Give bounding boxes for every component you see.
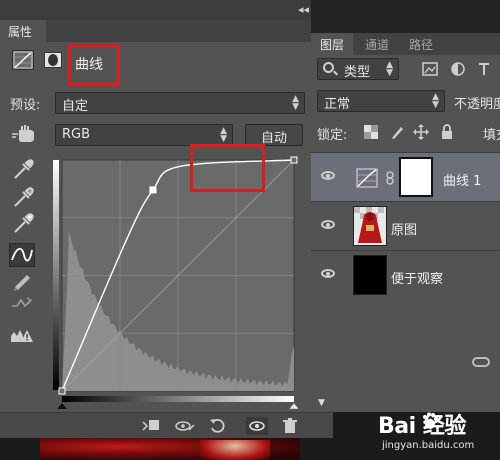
output-gradient-bar [53,160,59,390]
tab-properties[interactable]: 属性 [0,20,46,42]
input-gradient-bar [62,396,294,402]
layers-panel-header [311,0,500,33]
curve-control-point[interactable] [58,387,66,395]
view-previous-state-icon[interactable] [174,418,195,434]
visibility-eye-icon[interactable] [321,171,335,180]
tab-channels[interactable]: 通道 [357,33,397,55]
watermark-url: jingyan.baidu.com [382,440,475,451]
layer-name: 原图 [391,223,418,238]
properties-tab-row: 属性 [0,20,333,42]
visibility-eye-icon[interactable] [321,269,335,278]
channel-select[interactable]: RGB ▲ ▼ [55,124,233,146]
curves-adjustment-icon [355,167,379,189]
filter-type-icon[interactable] [475,60,493,78]
eyedropper-black-icon[interactable] [9,158,35,182]
black-point-slider [57,403,67,409]
annotation-box-curve-point [190,144,265,192]
chevron-updown-icon: ▲ ▼ [220,126,227,144]
blend-mode-value: 正常 [324,97,351,112]
preset-select[interactable]: 自定 ▲ ▼ [55,92,305,114]
lock-transparency-icon[interactable] [363,124,379,140]
preset-value: 自定 [62,99,89,114]
collapse-panel-button[interactable]: ◂◂ [298,3,309,17]
baidu-paw-icon [422,412,438,430]
chevron-updown-icon: ▲ ▼ [292,94,299,112]
lock-label: 锁定: [317,128,348,143]
tab-layers[interactable]: 图层 [311,33,353,55]
filter-adjustment-icon[interactable] [449,60,467,78]
lock-all-icon[interactable] [439,124,455,140]
eyedropper-white-icon[interactable] [9,212,35,236]
properties-titlebar: ◂◂ ✕ [0,0,333,20]
filter-pixel-icon[interactable] [421,60,439,78]
preset-label: 预设: [10,98,41,113]
layer-thumbnail [353,206,387,246]
edit-points-curve-icon[interactable] [9,243,35,267]
curve-control-point[interactable] [290,156,298,164]
curves-adjustment-icon[interactable] [12,50,34,70]
layer-mask-thumbnail[interactable] [399,157,433,197]
layer-row-curves[interactable]: 曲线 1 [311,152,500,201]
layer-row-original[interactable]: 原图 [311,201,500,250]
on-image-adjust-hand-icon[interactable] [10,124,38,146]
background-photo-detail [200,440,270,460]
curves-graph[interactable] [53,155,298,410]
layer-name: 曲线 1 [443,174,482,189]
fill-label: 填充 [483,128,500,143]
toggle-visibility-icon[interactable] [246,417,268,435]
layer-row-observe[interactable]: 便于观察 [311,250,500,299]
baidu-jingyan-watermark: Bai 经验 jingyan.baidu.com [378,406,500,460]
link-chain-icon[interactable] [385,171,395,185]
clip-to-layer-icon[interactable] [141,418,161,434]
scroll-down-arrow[interactable]: ▼ [318,398,325,408]
visibility-eye-icon[interactable] [321,220,335,229]
kind-filter-value: 类型 [344,65,371,80]
properties-bottom-bar [0,412,333,438]
tab-paths[interactable]: 路径 [401,33,441,55]
layer-mask-icon[interactable] [42,50,64,70]
auto-button[interactable]: 自动 [245,124,303,146]
photoshop-window: ◂◂ ✕ 属性 曲线 预设: 自定 ▲▼ RGB ▲▼ [0,0,500,460]
annotation-box-curves-label [68,44,120,86]
white-point-slider [288,402,298,410]
curve-control-point[interactable] [149,186,157,194]
chevron-updown-icon: ▲ ▼ [432,92,439,110]
clipping-warning-icon[interactable] [9,324,35,348]
link-layers-icon[interactable] [472,357,490,367]
search-icon [323,62,334,73]
pencil-draw-icon[interactable] [9,268,35,292]
layers-panel: 图层 通道 路径 类型 ▲ ▼ 正常 ▲ ▼ 不透明度 锁定: 填 曲线 1 原… [311,0,500,412]
layer-thumbnail [353,255,387,295]
lock-position-move-icon[interactable] [413,124,429,140]
chevron-updown-icon: ▲ ▼ [386,60,393,78]
opacity-label: 不透明度 [454,97,500,112]
reset-icon[interactable] [208,418,228,434]
smooth-curve-icon[interactable] [9,292,35,316]
layer-kind-filter[interactable]: 类型 ▲ ▼ [317,58,399,80]
eyedropper-gray-icon[interactable] [9,186,35,210]
layer-name: 便于观察 [391,272,444,287]
lock-pixels-brush-icon[interactable] [389,124,405,140]
blend-mode-select[interactable]: 正常 ▲ ▼ [317,90,445,112]
delete-trash-icon[interactable] [280,418,300,434]
curves-graph-canvas[interactable] [53,155,298,410]
channel-value: RGB [62,127,91,142]
